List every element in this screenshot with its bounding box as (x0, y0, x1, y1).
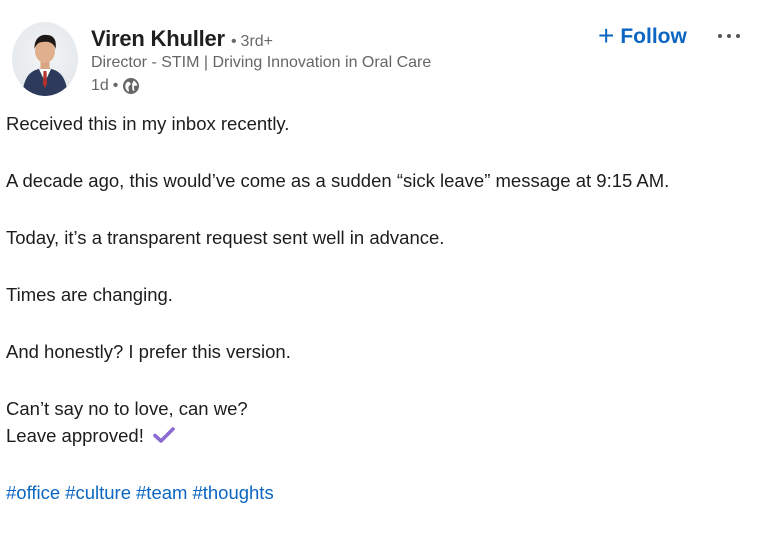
plus-icon: + (598, 20, 615, 51)
more-options-icon[interactable] (713, 24, 745, 48)
hashtag-link[interactable]: #thoughts (192, 482, 273, 503)
avatar[interactable] (12, 22, 78, 96)
hashtag-link[interactable]: #office (6, 482, 60, 503)
follow-button[interactable]: + Follow (594, 21, 691, 53)
hashtags: #office #culture #team #thoughts (6, 482, 279, 504)
hashtag-link[interactable]: #team (136, 482, 187, 503)
hashtag-link[interactable]: #culture (65, 482, 131, 503)
connection-degree-label: 3rd+ (240, 33, 274, 50)
post-paragraph: Times are changing. (6, 284, 173, 305)
author-info: Viren Khuller • 3rd+ (91, 26, 273, 52)
feed-post: Viren Khuller • 3rd+ Director - STIM | Dr… (0, 0, 768, 537)
follow-label: Follow (620, 25, 687, 48)
connection-degree: • 3rd+ (230, 33, 274, 50)
post-paragraph: And honestly? I prefer this version. (6, 341, 291, 362)
post-paragraph: Leave approved! (6, 425, 175, 449)
post-paragraph: Can’t say no to love, can we? (6, 398, 248, 419)
author-name[interactable]: Viren Khuller (91, 26, 225, 52)
post-paragraph: Today, it’s a transparent request sent w… (6, 227, 445, 248)
author-headline: Director - STIM | Driving Innovation in … (91, 54, 432, 71)
post-paragraph: Received this in my inbox recently. (6, 113, 290, 134)
post-meta: 1d • (91, 77, 140, 95)
globe-icon (122, 77, 140, 95)
post-paragraph-text: Leave approved! (6, 425, 144, 446)
post-paragraph: A decade ago, this would’ve come as a su… (6, 170, 670, 191)
check-mark-icon (153, 426, 175, 449)
post-time: 1d (91, 77, 109, 94)
